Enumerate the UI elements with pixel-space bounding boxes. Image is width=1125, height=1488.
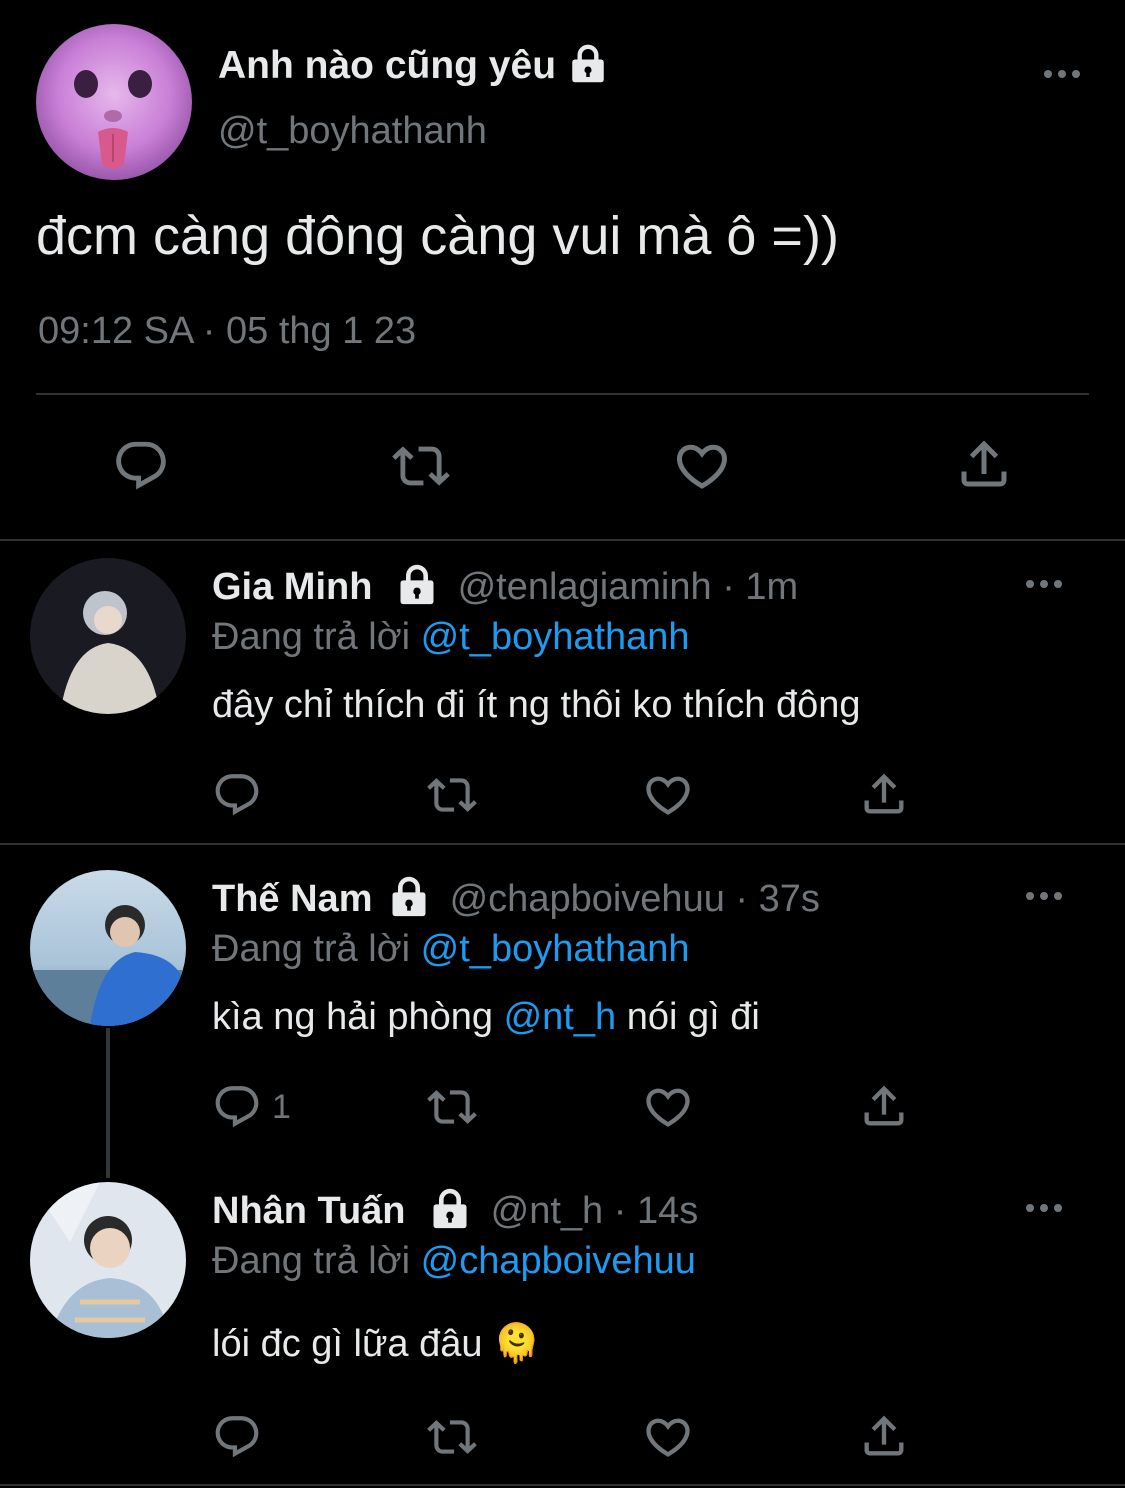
comment-icon [112, 437, 170, 495]
reply-text: lói đc gì lữa đâu 🫠 [212, 1322, 540, 1366]
retweet-icon [424, 770, 480, 820]
person-avatar-icon [30, 1182, 186, 1338]
share-button[interactable] [858, 1410, 910, 1462]
avatar[interactable] [30, 1182, 186, 1338]
person-avatar-icon [30, 558, 186, 714]
main-display-name[interactable]: Anh nào cũng yêu [218, 44, 609, 88]
reply-button[interactable] [212, 1412, 262, 1462]
lock-icon [387, 874, 431, 918]
reply-button[interactable]: 1 [212, 1082, 291, 1132]
display-name[interactable]: Thế Nam [212, 878, 372, 920]
display-name-text: Anh nào cũng yêu [218, 44, 557, 87]
reply-count: 1 [272, 1087, 291, 1126]
reply-text-part: nói gì đi [626, 996, 760, 1038]
main-handle[interactable]: @t_boyhathanh [218, 110, 487, 153]
thread-connector [106, 1028, 110, 1178]
replying-to-link[interactable]: @t_boyhathanh [421, 928, 690, 970]
reply-text: kìa ng hải phòng @nt_h nói gì đi [212, 996, 760, 1039]
reply-time[interactable]: · 37s [735, 878, 819, 920]
lock-icon [567, 42, 609, 84]
reply-button[interactable] [212, 770, 262, 820]
section-divider [0, 843, 1125, 845]
share-icon [858, 768, 910, 820]
main-reply-button[interactable] [112, 437, 170, 495]
mention-link[interactable]: @nt_h [504, 996, 617, 1038]
share-icon [858, 1410, 910, 1462]
like-icon [642, 1081, 694, 1133]
main-timestamp[interactable]: 09:12 SA · 05 thg 1 23 [38, 310, 416, 353]
retweet-button[interactable] [424, 1412, 480, 1462]
replying-to: Đang trả lời @t_boyhathanh [212, 928, 690, 971]
share-button[interactable] [858, 1080, 910, 1132]
more-options-button[interactable] [1044, 70, 1080, 78]
like-button[interactable] [642, 769, 694, 821]
more-icon [1044, 70, 1052, 78]
comment-icon [212, 1412, 262, 1462]
share-icon [954, 434, 1014, 494]
lock-icon [428, 1186, 472, 1230]
replying-prefix: Đang trả lời [212, 616, 411, 658]
replying-to-link[interactable]: @t_boyhathanh [421, 616, 690, 658]
like-button[interactable] [642, 1081, 694, 1133]
section-divider [0, 1484, 1125, 1486]
reply-time[interactable]: · 14s [614, 1190, 698, 1232]
retweet-icon [390, 437, 452, 495]
handle[interactable]: @chapboivehuu [450, 878, 725, 920]
more-icon [1026, 580, 1034, 588]
cat-avatar-icon [36, 24, 192, 180]
handle[interactable]: @nt_h [491, 1190, 604, 1232]
section-divider [0, 539, 1125, 541]
more-options-button[interactable] [1026, 580, 1062, 588]
share-icon [858, 1080, 910, 1132]
like-icon [642, 1411, 694, 1463]
replying-to-link[interactable]: @chapboivehuu [421, 1240, 696, 1282]
melting-face-emoji-icon: 🫠 [493, 1323, 541, 1365]
reply-text-part: lói đc gì lữa đâu [212, 1323, 483, 1365]
display-name[interactable]: Gia Minh [212, 566, 372, 608]
replying-to: Đang trả lời @t_boyhathanh [212, 616, 690, 659]
avatar[interactable] [30, 870, 186, 1026]
retweet-button[interactable] [424, 770, 480, 820]
display-name[interactable]: Nhân Tuấn [212, 1190, 406, 1232]
main-retweet-button[interactable] [390, 437, 452, 495]
replying-prefix: Đang trả lời [212, 1240, 411, 1282]
person-avatar-icon [30, 870, 186, 1026]
reply-text-part: kìa ng hải phòng [212, 996, 494, 1038]
avatar[interactable] [30, 558, 186, 714]
comment-icon [212, 1082, 262, 1132]
more-icon [1026, 892, 1034, 900]
retweet-icon [424, 1082, 480, 1132]
like-button[interactable] [642, 1411, 694, 1463]
more-icon [1026, 1204, 1034, 1212]
replying-to: Đang trả lời @chapboivehuu [212, 1240, 696, 1283]
retweet-icon [424, 1412, 480, 1462]
like-icon [672, 436, 732, 496]
share-button[interactable] [858, 768, 910, 820]
main-share-button[interactable] [954, 434, 1014, 494]
timestamp-divider [36, 393, 1089, 395]
more-options-button[interactable] [1026, 892, 1062, 900]
like-icon [642, 769, 694, 821]
more-options-button[interactable] [1026, 1204, 1062, 1212]
reply-text: đây chỉ thích đi ít ng thôi ko thích đôn… [212, 684, 861, 726]
reply-time[interactable]: · 1m [722, 566, 798, 608]
lock-icon [395, 562, 439, 606]
reply-header: Thế Nam @chapboivehuu · 37s [212, 878, 820, 921]
handle[interactable]: @tenlagiaminh [458, 566, 712, 608]
comment-icon [212, 770, 262, 820]
replying-prefix: Đang trả lời [212, 928, 411, 970]
avatar[interactable] [36, 24, 192, 180]
main-tweet-text: đcm càng đông càng vui mà ô =)) [36, 206, 839, 266]
reply-header: Gia Minh @tenlagiaminh · 1m [212, 566, 798, 609]
retweet-button[interactable] [424, 1082, 480, 1132]
main-like-button[interactable] [672, 436, 732, 496]
reply-header: Nhân Tuấn @nt_h · 14s [212, 1190, 698, 1233]
